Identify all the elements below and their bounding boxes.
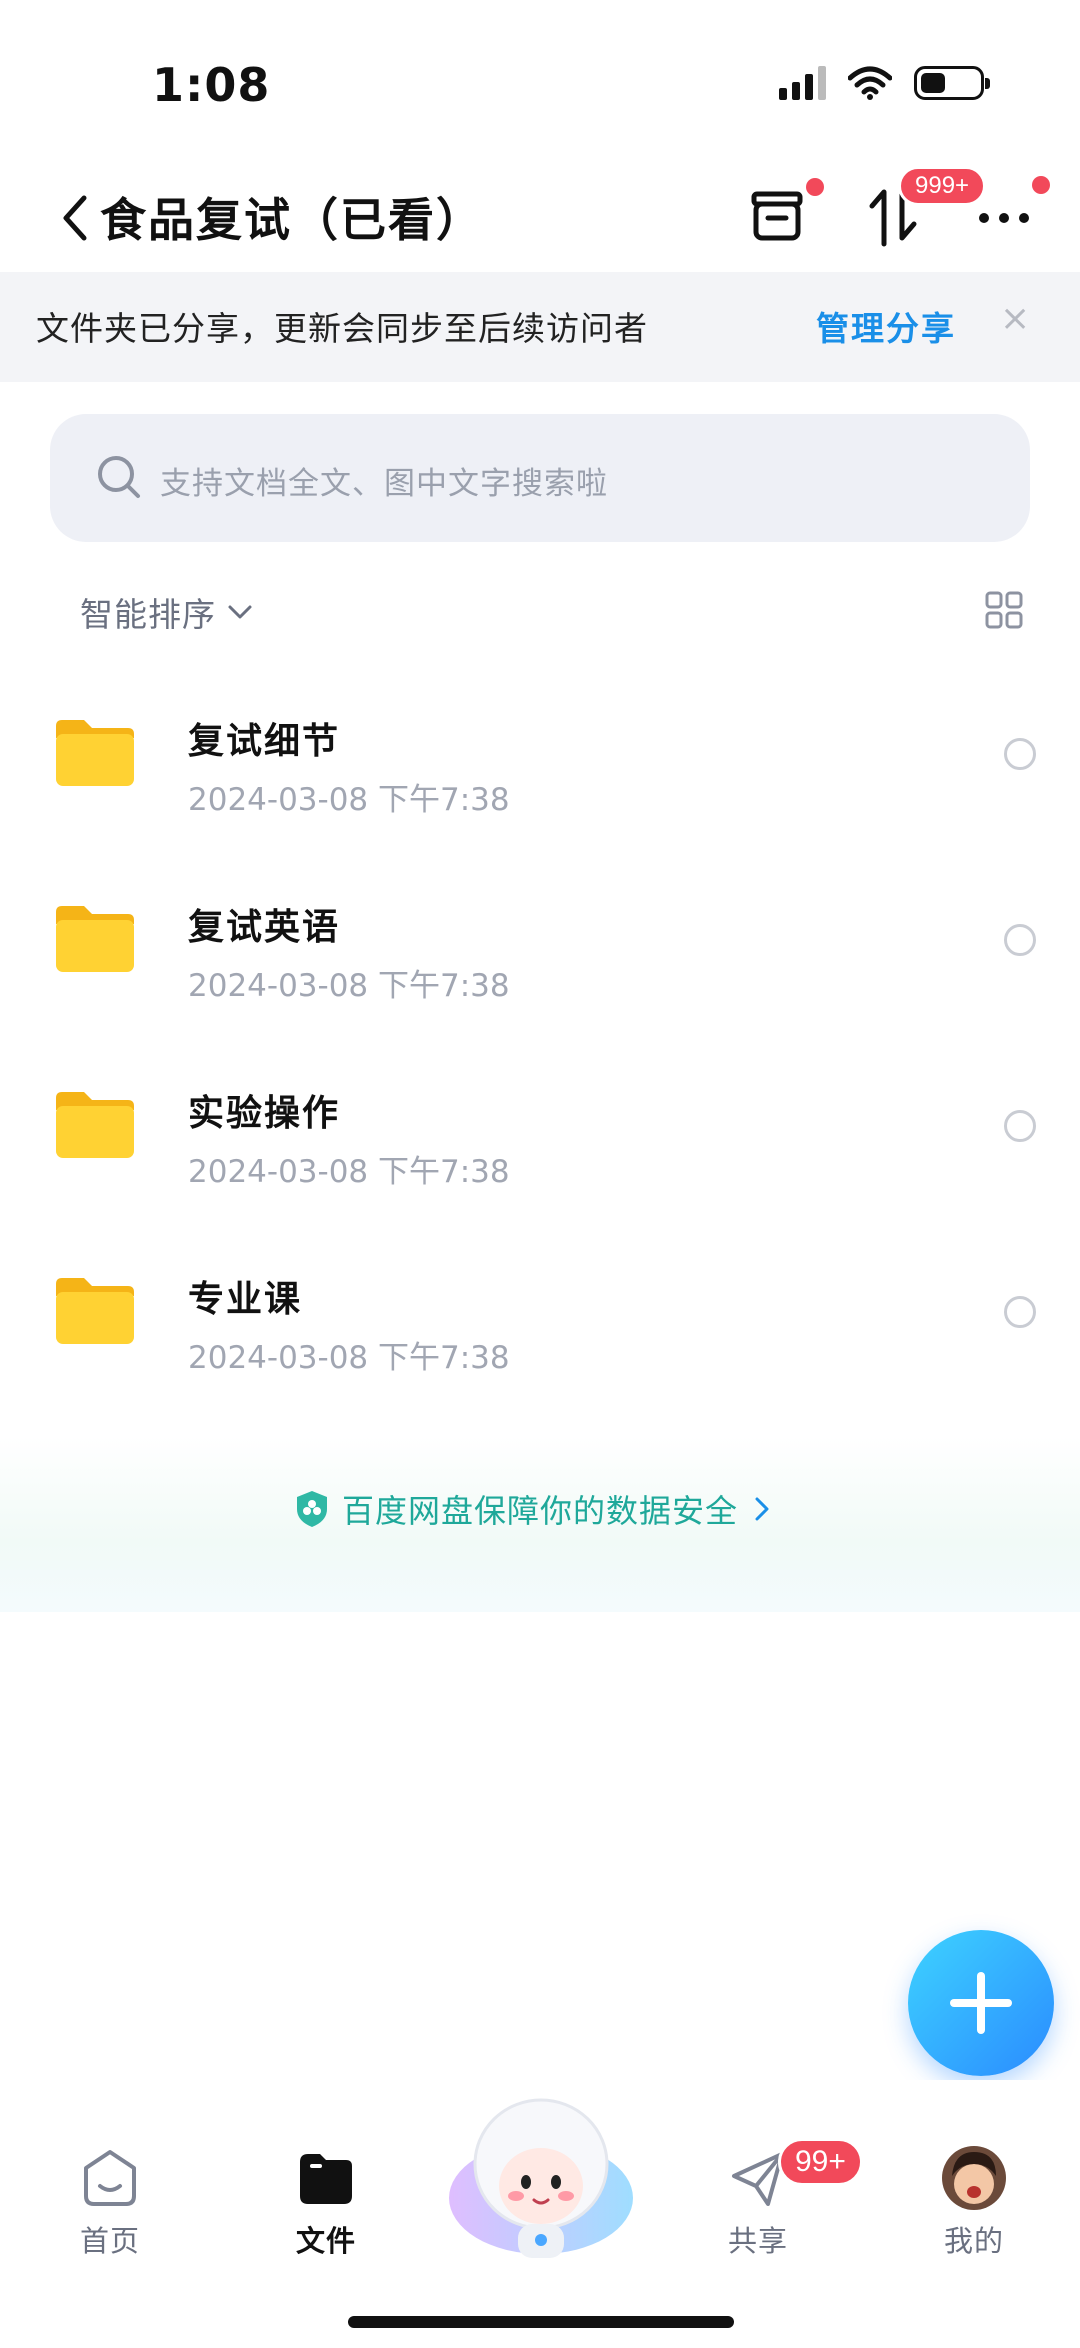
avatar (942, 2146, 1006, 2210)
file-date: 2024-03-08 下午7:38 (188, 1154, 510, 1190)
select-radio[interactable] (1004, 738, 1036, 770)
recycle-box-icon[interactable] (742, 178, 816, 252)
chevron-down-icon (228, 605, 252, 619)
tab-label: 共享 (727, 2224, 788, 2258)
share-badge: 99+ (778, 2138, 863, 2186)
shield-icon (297, 1491, 327, 1527)
file-name: 复试英语 (188, 907, 341, 948)
folder-icon (56, 1092, 134, 1158)
grid-view-icon[interactable] (984, 590, 1024, 630)
folder-icon (56, 906, 134, 972)
tab-home[interactable]: 首页 (40, 2146, 180, 2260)
page-title: 食品复试（已看） (100, 193, 484, 247)
security-banner[interactable]: 百度网盘保障你的数据安全 (0, 1436, 1080, 1612)
chevron-left-icon[interactable] (56, 188, 92, 248)
file-date: 2024-03-08 下午7:38 (188, 968, 510, 1004)
list-item[interactable]: 复试细节 2024-03-08 下午7:38 (0, 686, 1080, 866)
status-icons (779, 66, 990, 100)
security-text: 百度网盘保障你的数据安全 (342, 1492, 739, 1530)
status-time: 1:08 (152, 58, 271, 112)
close-icon[interactable]: × (1000, 298, 1030, 339)
select-radio[interactable] (1004, 924, 1036, 956)
folder-icon (56, 1278, 134, 1344)
recycle-dot (806, 178, 824, 196)
select-radio[interactable] (1004, 1296, 1036, 1328)
share-banner-text: 文件夹已分享，更新会同步至后续访问者 (36, 309, 648, 348)
list-item[interactable]: 实验操作 2024-03-08 下午7:38 (0, 1058, 1080, 1238)
share-banner: 文件夹已分享，更新会同步至后续访问者 管理分享 × (0, 272, 1080, 382)
tab-label: 文件 (295, 2224, 356, 2258)
file-name: 复试细节 (188, 721, 341, 762)
header: 食品复试（已看） 999+ (0, 166, 1080, 270)
search-icon (98, 456, 140, 498)
list-item[interactable]: 复试英语 2024-03-08 下午7:38 (0, 872, 1080, 1052)
file-name: 实验操作 (188, 1093, 341, 1134)
more-dot (1032, 176, 1050, 194)
home-icon (84, 2150, 136, 2206)
tab-label: 我的 (943, 2224, 1004, 2258)
home-indicator (348, 2316, 734, 2328)
search-input[interactable]: 支持文档全文、图中文字搜索啦 (50, 414, 1030, 542)
battery-icon (914, 66, 990, 100)
folder-icon (300, 2154, 352, 2204)
tab-files[interactable]: 文件 (256, 2146, 396, 2260)
more-icon[interactable] (968, 178, 1042, 252)
signal-icon (779, 66, 826, 100)
file-date: 2024-03-08 下午7:38 (188, 1340, 510, 1376)
sort-dropdown[interactable]: 智能排序 (80, 588, 254, 636)
file-date: 2024-03-08 下午7:38 (188, 782, 510, 818)
file-name: 专业课 (188, 1279, 303, 1320)
select-radio[interactable] (1004, 1110, 1036, 1142)
manage-share-link[interactable]: 管理分享 (816, 302, 956, 350)
wifi-icon (848, 66, 892, 100)
tab-me[interactable]: 我的 (904, 2146, 1044, 2260)
folder-icon (56, 720, 134, 786)
sort-label: 智能排序 (80, 595, 216, 634)
mascot-icon[interactable] (446, 2090, 636, 2260)
plus-icon (950, 1972, 1012, 2034)
chevron-right-icon (755, 1497, 769, 1521)
search-placeholder: 支持文档全文、图中文字搜索啦 (160, 466, 608, 502)
add-button[interactable] (908, 1930, 1054, 2076)
list-item[interactable]: 专业课 2024-03-08 下午7:38 (0, 1244, 1080, 1424)
tab-label: 首页 (79, 2224, 140, 2258)
